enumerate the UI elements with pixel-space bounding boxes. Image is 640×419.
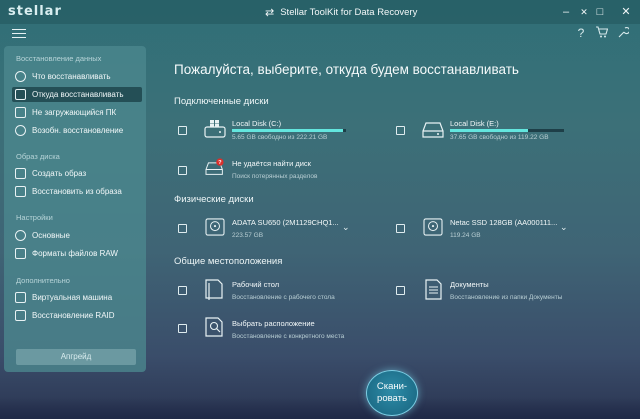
lost-partition-checkbox[interactable]: [178, 166, 187, 175]
sidebar-item-raw-formats[interactable]: Форматы файлов RAW: [12, 246, 142, 261]
cart-icon[interactable]: [594, 26, 608, 40]
sidebar-section-settings: Настройки: [16, 213, 53, 222]
drive-e-checkbox[interactable]: [396, 126, 405, 135]
gear-icon: [15, 230, 26, 241]
minimize-button[interactable]: –: [556, 3, 576, 21]
scan-label-line1: Скани-: [376, 381, 408, 392]
location-icon: [15, 89, 26, 100]
physical-drive-1-size: 223.57 GB: [232, 232, 264, 239]
scan-button[interactable]: Скани- ровать: [366, 370, 418, 416]
desktop-sub: Восстановление с рабочего стола: [232, 294, 335, 301]
sidebar-item-label: Откуда восстанавливать: [32, 90, 124, 99]
drive-e-usage-bar: [450, 129, 564, 132]
documents-name: Документы: [450, 280, 489, 289]
hard-disk-icon: [423, 218, 443, 236]
page-title: Пожалуйста, выберите, откуда будем восст…: [174, 62, 519, 77]
folder-search-icon: [205, 317, 223, 337]
key-icon[interactable]: [616, 26, 631, 40]
sidebar-item-raid-recovery[interactable]: Восстановление RAID: [12, 308, 142, 323]
choose-location-sub: Восстановление с конкретного места: [232, 333, 345, 340]
raid-icon: [15, 310, 26, 321]
choose-location-checkbox[interactable]: [178, 324, 187, 333]
hard-disk-icon: [205, 218, 225, 236]
background-landscape: [0, 397, 640, 419]
desktop-name: Рабочий стол: [232, 280, 280, 289]
chevron-down-icon[interactable]: ⌄: [342, 222, 350, 233]
monitor-icon: [15, 107, 26, 118]
drive-c-space: 5.65 GB свободно из 222.21 GB: [232, 134, 328, 141]
missing-drive-icon: ?: [205, 158, 224, 175]
physical-drive-1-name: ADATA SU650 (2M1129CHQ1...: [232, 218, 339, 227]
common-locations-title: Общие местоположения: [174, 256, 283, 267]
title-bar: stellar ⇄ Stellar ToolKit for Data Recov…: [0, 0, 640, 24]
file-types-icon: [15, 248, 26, 259]
drive-c-checkbox[interactable]: [178, 126, 187, 135]
physical-drive-2-name: Netac SSD 128GB (AA000111...: [450, 218, 558, 227]
sidebar-section-advanced: Дополнительно: [16, 276, 70, 285]
chevron-down-icon[interactable]: ⌄: [560, 222, 568, 233]
window-title: ⇄ Stellar ToolKit for Data Recovery: [265, 6, 417, 19]
sidebar-section-data-recovery: Восстановление данных: [16, 54, 102, 63]
scan-label-line2: ровать: [377, 393, 407, 404]
hamburger-menu-icon[interactable]: [12, 26, 26, 40]
documents-icon: [425, 279, 442, 300]
sidebar-item-label: Форматы файлов RAW: [32, 249, 118, 258]
sidebar-section-disk-image: Образ диска: [16, 152, 60, 161]
check-circle-icon: [15, 125, 26, 136]
choose-location-name: Выбрать расположение: [232, 319, 315, 328]
sidebar-item-where-to-recover[interactable]: Откуда восстанавливать: [12, 87, 142, 102]
disk-image-icon: [15, 168, 26, 179]
window-title-text: Stellar ToolKit for Data Recovery: [280, 7, 418, 18]
restore-image-icon: [15, 186, 26, 197]
upgrade-button[interactable]: Апгрейд: [16, 349, 136, 365]
sidebar-item-unbootable-pc[interactable]: Не загружающийся ПК: [12, 105, 142, 120]
sidebar-item-label: Что восстанавливать: [32, 72, 111, 81]
physical-drives-title: Физические диски: [174, 194, 254, 205]
help-icon[interactable]: ?: [574, 26, 588, 40]
lost-partition-name: Не удаётся найти диск: [232, 159, 311, 168]
sidebar-item-resume-recovery[interactable]: Возобн. восстановление: [12, 123, 142, 138]
close-button[interactable]: ✕: [616, 3, 636, 21]
sidebar-item-label: Создать образ: [32, 169, 87, 178]
physical-drive-2-checkbox[interactable]: [396, 224, 405, 233]
drive-e-space: 37.65 GB свободно из 119.22 GB: [450, 134, 549, 141]
sidebar-item-label: Восстановить из образа: [32, 187, 122, 196]
sidebar-item-general[interactable]: Основные: [12, 228, 142, 243]
sidebar-item-create-image[interactable]: Создать образ: [12, 166, 142, 181]
drive-c-name: Local Disk (C:): [232, 119, 282, 128]
sidebar-item-label: Восстановление RAID: [32, 311, 115, 320]
drive-c-usage-bar: [232, 129, 346, 132]
app-logo: stellar: [8, 4, 62, 19]
desktop-checkbox[interactable]: [178, 286, 187, 295]
drive-icon: [422, 122, 444, 138]
lost-partition-sub: Поиск потерянных разделов: [232, 173, 318, 180]
documents-sub: Восстановление из папки Документы: [450, 294, 563, 301]
pin-close-icon[interactable]: ✕: [574, 3, 594, 21]
back-arrow-icon[interactable]: ⇄: [265, 6, 274, 19]
sidebar-item-label: Не загружающийся ПК: [32, 108, 117, 117]
sidebar-item-restore-from-image[interactable]: Восстановить из образа: [12, 184, 142, 199]
virtual-machine-icon: [15, 292, 26, 303]
sidebar-item-what-to-recover[interactable]: Что восстанавливать: [12, 69, 142, 84]
sidebar: Восстановление данных Что восстанавливат…: [4, 46, 146, 372]
connected-drives-title: Подключенные диски: [174, 96, 269, 107]
documents-checkbox[interactable]: [396, 286, 405, 295]
physical-drive-1-checkbox[interactable]: [178, 224, 187, 233]
sidebar-item-virtual-machine[interactable]: Виртуальная машина: [12, 290, 142, 305]
windows-drive-icon: [204, 120, 226, 138]
sidebar-item-label: Виртуальная машина: [32, 293, 113, 302]
recover-icon: [15, 71, 26, 82]
toolbar: ?: [0, 24, 640, 44]
main-panel: Пожалуйста, выберите, откуда будем восст…: [152, 46, 636, 406]
sidebar-item-label: Основные: [32, 231, 70, 240]
sidebar-item-label: Возобн. восстановление: [32, 126, 124, 135]
physical-drive-2-size: 119.24 GB: [450, 232, 481, 239]
svg-text:?: ?: [218, 160, 222, 166]
desktop-folder-icon: [205, 279, 223, 300]
drive-e-name: Local Disk (E:): [450, 119, 499, 128]
